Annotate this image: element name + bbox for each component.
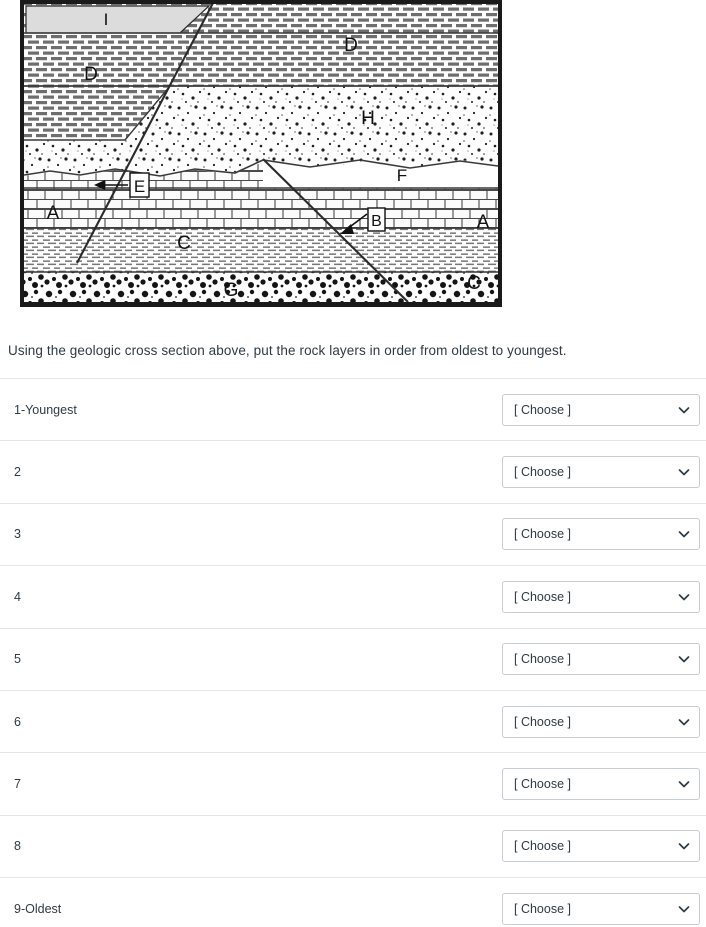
answer-select-9[interactable]: [ Choose ] bbox=[502, 892, 700, 925]
chevron-down-icon bbox=[678, 404, 690, 416]
unit-label-C-left: C bbox=[177, 233, 191, 254]
select-value: [ Choose ] bbox=[514, 839, 571, 854]
answer-select-6[interactable]: [ Choose ] bbox=[502, 705, 700, 738]
answer-rows-list: 1-Youngest [ Choose ] 2 [ Choose ] 3 [ C… bbox=[0, 378, 706, 927]
row-label: 7 bbox=[14, 777, 21, 792]
chevron-down-icon bbox=[678, 778, 690, 790]
select-value: [ Choose ] bbox=[514, 901, 571, 916]
chevron-down-icon bbox=[678, 653, 690, 665]
table-row: 3 [ Choose ] bbox=[0, 502, 706, 565]
row-label: 9-Oldest bbox=[14, 901, 62, 916]
table-row: 4 [ Choose ] bbox=[0, 565, 706, 627]
table-row: 9-Oldest [ Choose ] bbox=[0, 877, 706, 927]
row-label: 5 bbox=[14, 652, 21, 667]
unit-label-A-left: A bbox=[47, 203, 60, 224]
answer-select-5[interactable]: [ Choose ] bbox=[502, 643, 700, 676]
answer-select-8[interactable]: [ Choose ] bbox=[502, 830, 700, 863]
table-row: 1-Youngest [ Choose ] bbox=[0, 378, 706, 440]
answer-select-4[interactable]: [ Choose ] bbox=[502, 580, 700, 613]
answer-select-1[interactable]: [ Choose ] bbox=[502, 393, 700, 426]
row-label: 4 bbox=[14, 589, 21, 604]
table-row: 2 [ Choose ] bbox=[0, 440, 706, 502]
unit-label-H: H bbox=[361, 108, 375, 129]
select-value: [ Choose ] bbox=[514, 465, 571, 480]
unit-label-D-right: D bbox=[344, 35, 358, 56]
row-label: 3 bbox=[14, 527, 21, 542]
chevron-down-icon bbox=[678, 840, 690, 852]
answer-select-2[interactable]: [ Choose ] bbox=[502, 456, 700, 489]
unit-label-F: F bbox=[397, 166, 407, 185]
select-value: [ Choose ] bbox=[514, 714, 571, 729]
geologic-cross-section-image: I D D H F A A C C G E B bbox=[20, 0, 502, 307]
chevron-down-icon bbox=[678, 716, 690, 728]
table-row: 8 [ Choose ] bbox=[0, 814, 706, 877]
chevron-down-icon bbox=[678, 528, 690, 540]
chevron-down-icon bbox=[678, 591, 690, 603]
chevron-down-icon bbox=[678, 466, 690, 478]
answer-select-3[interactable]: [ Choose ] bbox=[502, 518, 700, 551]
unit-label-D-left: D bbox=[84, 64, 98, 85]
select-value: [ Choose ] bbox=[514, 527, 571, 542]
row-label: 6 bbox=[14, 714, 21, 729]
unit-label-C-right: C bbox=[467, 273, 481, 294]
svg-text:B: B bbox=[371, 213, 382, 230]
select-value: [ Choose ] bbox=[514, 777, 571, 792]
unit-label-A-right: A bbox=[477, 212, 490, 233]
unit-label-I: I bbox=[104, 10, 109, 29]
chevron-down-icon bbox=[678, 903, 690, 915]
row-label: 1-Youngest bbox=[14, 402, 77, 417]
svg-text:E: E bbox=[134, 177, 145, 196]
answer-select-7[interactable]: [ Choose ] bbox=[502, 768, 700, 801]
question-page: I D D H F A A C C G E B Using the geolog… bbox=[0, 0, 706, 927]
select-value: [ Choose ] bbox=[514, 589, 571, 604]
row-label: 8 bbox=[14, 839, 21, 854]
select-value: [ Choose ] bbox=[514, 652, 571, 667]
table-row: 6 [ Choose ] bbox=[0, 689, 706, 752]
row-label: 2 bbox=[14, 465, 21, 480]
unit-label-G: G bbox=[224, 280, 239, 301]
question-prompt: Using the geologic cross section above, … bbox=[8, 342, 567, 358]
table-row: 5 [ Choose ] bbox=[0, 627, 706, 690]
select-value: [ Choose ] bbox=[514, 402, 571, 417]
table-row: 7 [ Choose ] bbox=[0, 752, 706, 814]
